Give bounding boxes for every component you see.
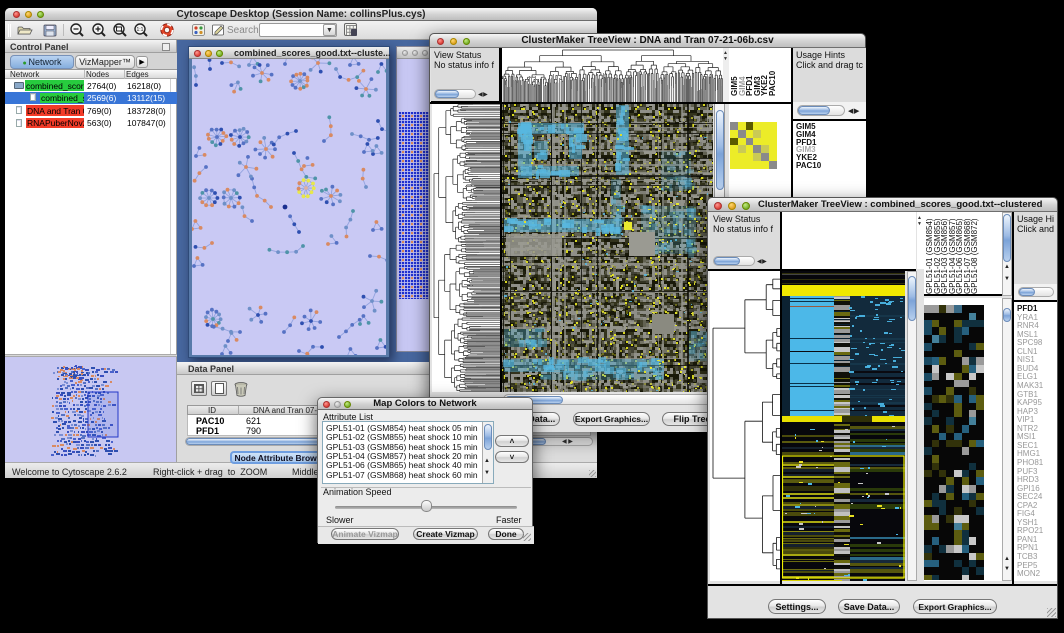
svg-text:1:1: 1:1 (137, 27, 144, 33)
